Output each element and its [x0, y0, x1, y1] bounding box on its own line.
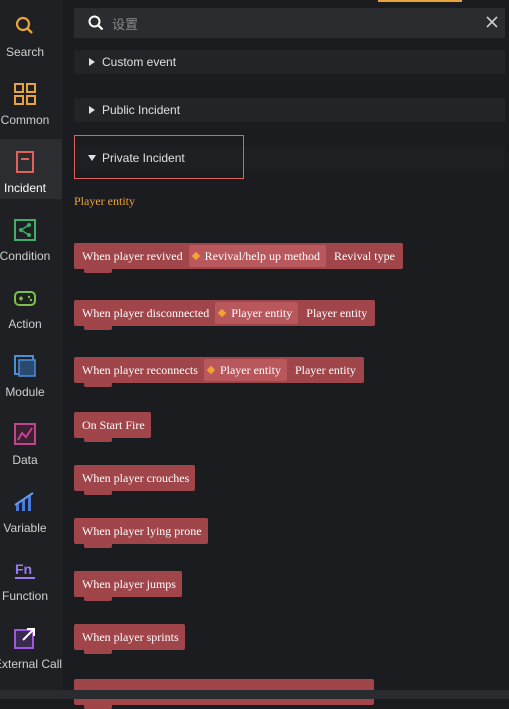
- svg-text:Fn: Fn: [15, 561, 32, 577]
- sidebar-item-common[interactable]: Common: [0, 76, 62, 136]
- block-label: When player lying prone: [82, 523, 202, 538]
- block-when-player-reconnects[interactable]: When player reconnects Player entity Pla…: [74, 357, 364, 387]
- sidebar-item-label: Action: [8, 317, 42, 331]
- block-param-label: Player entity: [231, 306, 293, 320]
- sidebar: Search Common Incident Condition Action …: [0, 0, 62, 699]
- sidebar-item-label: Incident: [3, 181, 47, 195]
- block-output-label: Player entity: [306, 305, 368, 320]
- sidebar-item-data[interactable]: Data: [0, 416, 62, 476]
- block-on-start-fire[interactable]: On Start Fire: [74, 412, 151, 442]
- block-label: When player crouches: [82, 470, 190, 485]
- search-icon: [88, 15, 104, 31]
- chevron-right-icon: [89, 106, 95, 114]
- category-title: Player entity: [74, 194, 135, 208]
- section-custom-event[interactable]: Custom event: [74, 50, 505, 74]
- search-bar: [74, 8, 505, 38]
- module-icon: [14, 355, 36, 377]
- grid-icon: [14, 83, 36, 105]
- block-param-label: Player entity: [219, 363, 281, 377]
- block-label: When player revived: [82, 248, 183, 263]
- sidebar-item-condition[interactable]: Condition: [0, 212, 62, 272]
- gamepad-icon: [14, 291, 36, 306]
- sidebar-item-external-call[interactable]: External Call: [0, 620, 62, 680]
- block-output-label: Player entity: [294, 362, 356, 377]
- block-when-player-crouches[interactable]: When player crouches: [74, 465, 196, 495]
- sidebar-item-label: Common: [0, 113, 50, 127]
- diamond-icon: [191, 251, 200, 261]
- incident-icon: [16, 151, 34, 173]
- block-label: When player reconnects: [82, 362, 198, 377]
- sidebar-item-function[interactable]: Fn Function: [0, 552, 62, 612]
- sidebar-item-label: Search: [5, 45, 45, 59]
- block-label: When player disconnected: [82, 305, 210, 320]
- function-icon: Fn: [15, 561, 35, 579]
- sidebar-item-label: Function: [1, 589, 49, 603]
- block-label: On Start Fire: [82, 417, 145, 432]
- sidebar-item-module[interactable]: Module: [0, 348, 62, 408]
- chevron-right-icon: [89, 58, 95, 66]
- block-when-player-jumps[interactable]: When player jumps: [74, 571, 182, 601]
- sidebar-item-label: Variable: [3, 521, 47, 535]
- block-param-label: Revival/help up method: [204, 249, 320, 263]
- search-input[interactable]: [110, 12, 474, 36]
- block-param[interactable]: Player entity: [215, 302, 299, 324]
- block-when-player-disconnected[interactable]: When player disconnected Player entity P…: [74, 300, 376, 330]
- block-param[interactable]: Player entity: [203, 359, 287, 381]
- condition-icon: [14, 219, 36, 241]
- section-label: Public Incident: [102, 103, 181, 117]
- sidebar-item-search[interactable]: Search: [0, 8, 62, 68]
- sidebar-item-label: Module: [5, 385, 45, 399]
- close-icon[interactable]: [485, 15, 499, 29]
- sidebar-item-label: Data: [12, 453, 38, 467]
- selection-highlight: [74, 135, 244, 179]
- sidebar-item-label: Condition: [0, 249, 51, 263]
- bottom-panel: [0, 690, 509, 699]
- block-when-player-lying-prone[interactable]: When player lying prone: [74, 518, 208, 548]
- search-icon: [15, 16, 33, 34]
- sidebar-item-label: External Call: [0, 657, 63, 671]
- variable-icon: [14, 492, 34, 511]
- active-tab-indicator: [378, 0, 462, 2]
- sidebar-item-incident[interactable]: Incident: [0, 139, 62, 199]
- external-call-icon: [14, 628, 35, 649]
- data-icon: [14, 423, 36, 445]
- block-when-player-revived[interactable]: When player revived Revival/help up meth…: [74, 243, 403, 273]
- block-label: When player jumps: [82, 576, 176, 591]
- section-label: Custom event: [102, 55, 177, 69]
- block-when-player-sprints[interactable]: When player sprints: [74, 624, 185, 654]
- block-output-label: Revival type: [333, 248, 395, 263]
- block-label: When player sprints: [82, 629, 179, 644]
- section-public-incident[interactable]: Public Incident: [74, 98, 505, 122]
- diamond-icon: [206, 365, 216, 375]
- diamond-icon: [218, 308, 227, 318]
- block-param[interactable]: Revival/help up method: [188, 245, 326, 267]
- sidebar-item-action[interactable]: Action: [0, 280, 62, 340]
- sidebar-item-variable[interactable]: Variable: [0, 484, 62, 544]
